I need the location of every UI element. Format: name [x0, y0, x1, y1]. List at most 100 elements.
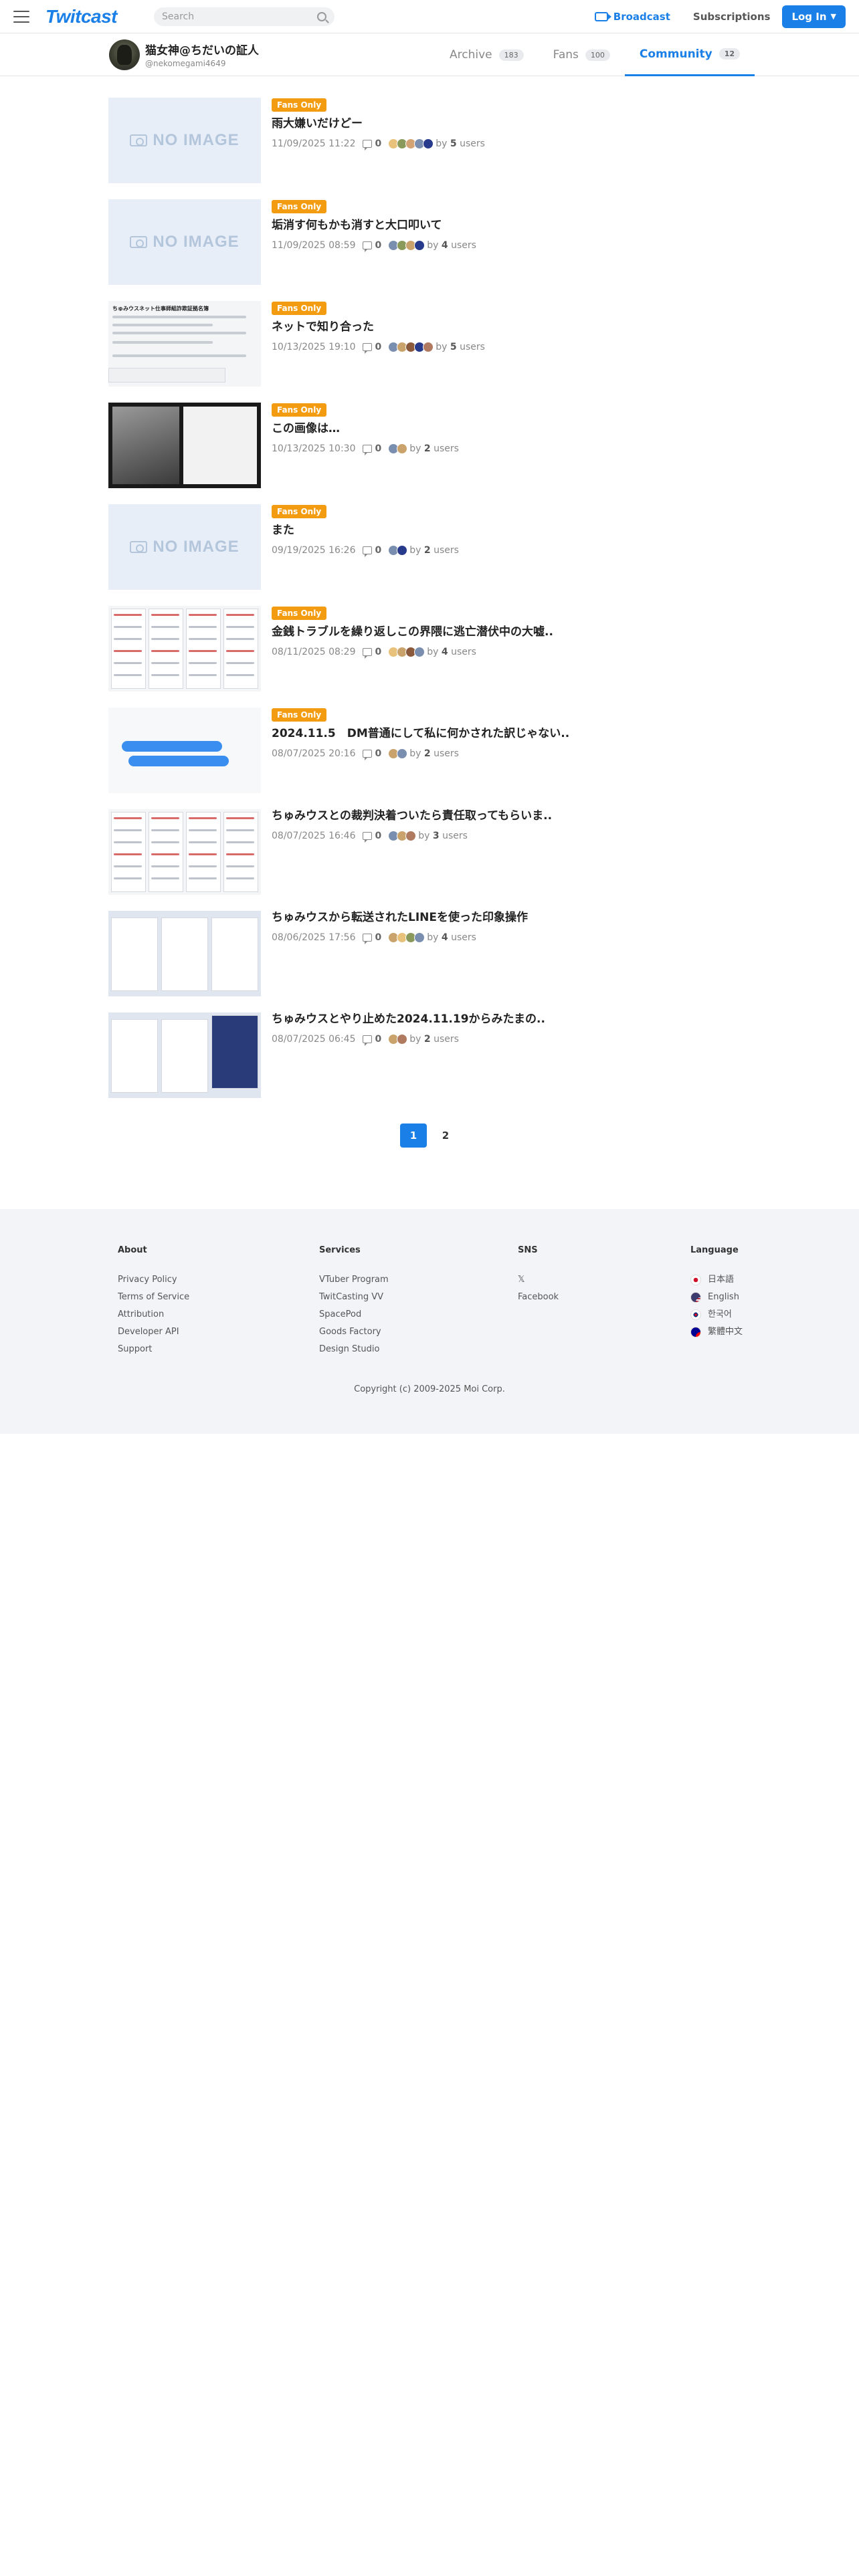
user-count: 4	[441, 932, 448, 943]
post-info: 08/07/2025 16:46 0 by 3 users	[272, 831, 751, 843]
broadcast-button[interactable]: Broadcast	[594, 11, 670, 23]
user-avatar-icon	[423, 138, 434, 149]
post-thumbnail[interactable]	[108, 911, 261, 996]
post-title[interactable]: ちゅみウスから転送されたLINEを使った印象操作	[272, 911, 751, 924]
user-count: 5	[450, 138, 457, 149]
community-post-item[interactable]: NO IMAGE Fans Only また 09/19/2025 16:26 0 by 2…	[108, 504, 751, 606]
user-avatars	[388, 342, 434, 352]
footer-link-goods[interactable]: Goods Factory	[319, 1323, 389, 1341]
post-thumbnail[interactable]	[108, 1012, 261, 1098]
user-count: 2	[423, 748, 431, 759]
tab-community[interactable]: Community 12	[624, 33, 755, 76]
user-count-label: by 2 users	[409, 545, 459, 556]
user-count-label: by 4 users	[427, 932, 476, 943]
community-post-item[interactable]: ちゅみウスとやり止めた2024.11.19からみたまの.. 08/07/2025 …	[108, 1012, 751, 1114]
post-title[interactable]: この画像は…	[272, 422, 751, 435]
camera-icon	[594, 11, 611, 21]
footer-link-spacepod[interactable]: SpacePod	[319, 1306, 389, 1323]
post-info: 08/07/2025 06:45 0 by 2 users	[272, 1034, 751, 1046]
comment-count: 0	[375, 342, 382, 352]
thumbnail-screenshot	[211, 1015, 258, 1089]
post-thumbnail[interactable]: ちゅみウスネット仕事師組詐欺証拠名簿	[108, 301, 261, 387]
search-input[interactable]	[162, 11, 317, 22]
thumbnail-text-line	[151, 650, 179, 652]
community-post-item[interactable]: ちゅみウスから転送されたLINEを使った印象操作 08/06/2025 17:56…	[108, 911, 751, 1012]
user-avatars	[388, 443, 408, 454]
post-thumbnail[interactable]: NO IMAGE	[108, 98, 261, 183]
search-icon[interactable]	[317, 11, 326, 21]
comment-icon	[362, 546, 372, 557]
thumbnail-text-line	[226, 865, 254, 867]
community-post-item[interactable]: ちゅみウスネット仕事師組詐欺証拠名簿 Fans Only ネットで知り合った 10/1…	[108, 301, 751, 403]
by-text: by	[409, 748, 421, 759]
user-avatar-icon	[414, 932, 425, 943]
thumbnail-text-line	[114, 841, 142, 843]
search-box[interactable]	[154, 7, 335, 26]
subscriptions-link[interactable]: Subscriptions	[693, 11, 771, 23]
avatar[interactable]	[109, 39, 140, 70]
comment-icon	[362, 1035, 372, 1046]
post-thumbnail[interactable]	[108, 809, 261, 895]
post-title[interactable]: ネットで知り合った	[272, 320, 751, 334]
post-thumbnail[interactable]	[108, 403, 261, 488]
footer-link-facebook[interactable]: Facebook	[518, 1289, 559, 1306]
thumbnail-text-line	[112, 341, 213, 344]
community-post-item[interactable]: NO IMAGE Fans Only 垢消す何もかも消すと大口叩いて 11/09/20…	[108, 199, 751, 301]
post-thumbnail[interactable]: NO IMAGE	[108, 504, 261, 590]
comment-count: 0	[375, 240, 382, 251]
community-post-item[interactable]: ちゅみウスとの裁判決着ついたら責任取ってもらいま.. 08/07/2025 16:…	[108, 809, 751, 911]
community-post-item[interactable]: Fans Only この画像は… 10/13/2025 10:30 0 by 2 use…	[108, 403, 751, 504]
footer-link-terms[interactable]: Terms of Service	[118, 1289, 189, 1306]
tab-fans[interactable]: Fans 100	[539, 33, 625, 76]
language-english[interactable]: English	[690, 1289, 743, 1306]
page-1-button[interactable]: 1	[400, 1123, 427, 1148]
community-post-item[interactable]: Fans Only 金銭トラブルを繰り返しこの界隈に逃亡潜伏中の大嘘.. 08/11…	[108, 606, 751, 708]
footer-link-vv[interactable]: TwitCasting VV	[319, 1289, 389, 1306]
post-title[interactable]: 雨大嫌いだけどー	[272, 117, 751, 130]
thumbnail-text-line	[114, 829, 142, 831]
thumbnail-text-line	[151, 841, 179, 843]
footer-link-vtuber[interactable]: VTuber Program	[319, 1271, 389, 1289]
thumbnail-screenshot	[211, 918, 258, 991]
login-button[interactable]: Log In ▼	[782, 5, 846, 28]
post-thumbnail[interactable]	[108, 606, 261, 691]
footer-about: About Privacy Policy Terms of Service At…	[118, 1245, 189, 1358]
menu-icon[interactable]	[13, 10, 29, 23]
post-title[interactable]: 垢消す何もかも消すと大口叩いて	[272, 219, 751, 232]
footer-link-design[interactable]: Design Studio	[319, 1341, 389, 1358]
users-text: users	[434, 1034, 459, 1045]
no-image-label: NO IMAGE	[153, 233, 240, 251]
community-post-item[interactable]: NO IMAGE Fans Only 雨大嫌いだけどー 11/09/2025 11:2…	[108, 98, 751, 199]
footer-link-privacy[interactable]: Privacy Policy	[118, 1271, 189, 1289]
login-label: Log In	[791, 10, 827, 23]
post-title[interactable]: また	[272, 524, 751, 537]
community-post-item[interactable]: Fans Only 2024.11.5 DM普通にして私に何かされた訳じゃない..…	[108, 708, 751, 809]
post-title[interactable]: 金銭トラブルを繰り返しこの界隈に逃亡潜伏中の大嘘..	[272, 625, 751, 639]
footer-link-developer-api[interactable]: Developer API	[118, 1323, 189, 1341]
language-label: 日本語	[708, 1275, 735, 1285]
thumbnail-chat-bubble	[128, 756, 229, 766]
site-logo[interactable]: Twitcast	[45, 6, 118, 27]
post-info: 11/09/2025 11:22 0 by 5 users	[272, 138, 751, 150]
tab-archive[interactable]: Archive 183	[435, 33, 539, 76]
page-2-button[interactable]: 2	[432, 1123, 459, 1148]
comment-count: 0	[375, 932, 382, 943]
language-japanese[interactable]: 日本語	[690, 1271, 743, 1289]
footer-link-attribution[interactable]: Attribution	[118, 1306, 189, 1323]
post-thumbnail[interactable]: NO IMAGE	[108, 199, 261, 285]
footer-link-support[interactable]: Support	[118, 1341, 189, 1358]
footer-link-x[interactable]: 𝕏	[518, 1271, 559, 1289]
thumbnail-text-line	[112, 354, 246, 357]
thumbnail-doc-page	[149, 609, 183, 689]
post-title[interactable]: 2024.11.5 DM普通にして私に何かされた訳じゃない..	[272, 727, 751, 740]
language-korean[interactable]: 한국어	[690, 1306, 743, 1323]
post-info: 08/06/2025 17:56 0 by 4 users	[272, 932, 751, 944]
language-traditional-chinese[interactable]: 繁體中文	[690, 1323, 743, 1341]
post-meta: Fans Only また 09/19/2025 16:26 0 by 2 users	[272, 504, 751, 557]
profile-name[interactable]: 猫女神@ちだいの証人	[145, 41, 259, 58]
post-title[interactable]: ちゅみウスとの裁判決着ついたら責任取ってもらいま..	[272, 809, 751, 823]
post-title[interactable]: ちゅみウスとやり止めた2024.11.19からみたまの..	[272, 1012, 751, 1026]
post-thumbnail[interactable]	[108, 708, 261, 793]
thumbnail-text-line	[112, 324, 213, 326]
by-text: by	[427, 647, 439, 657]
